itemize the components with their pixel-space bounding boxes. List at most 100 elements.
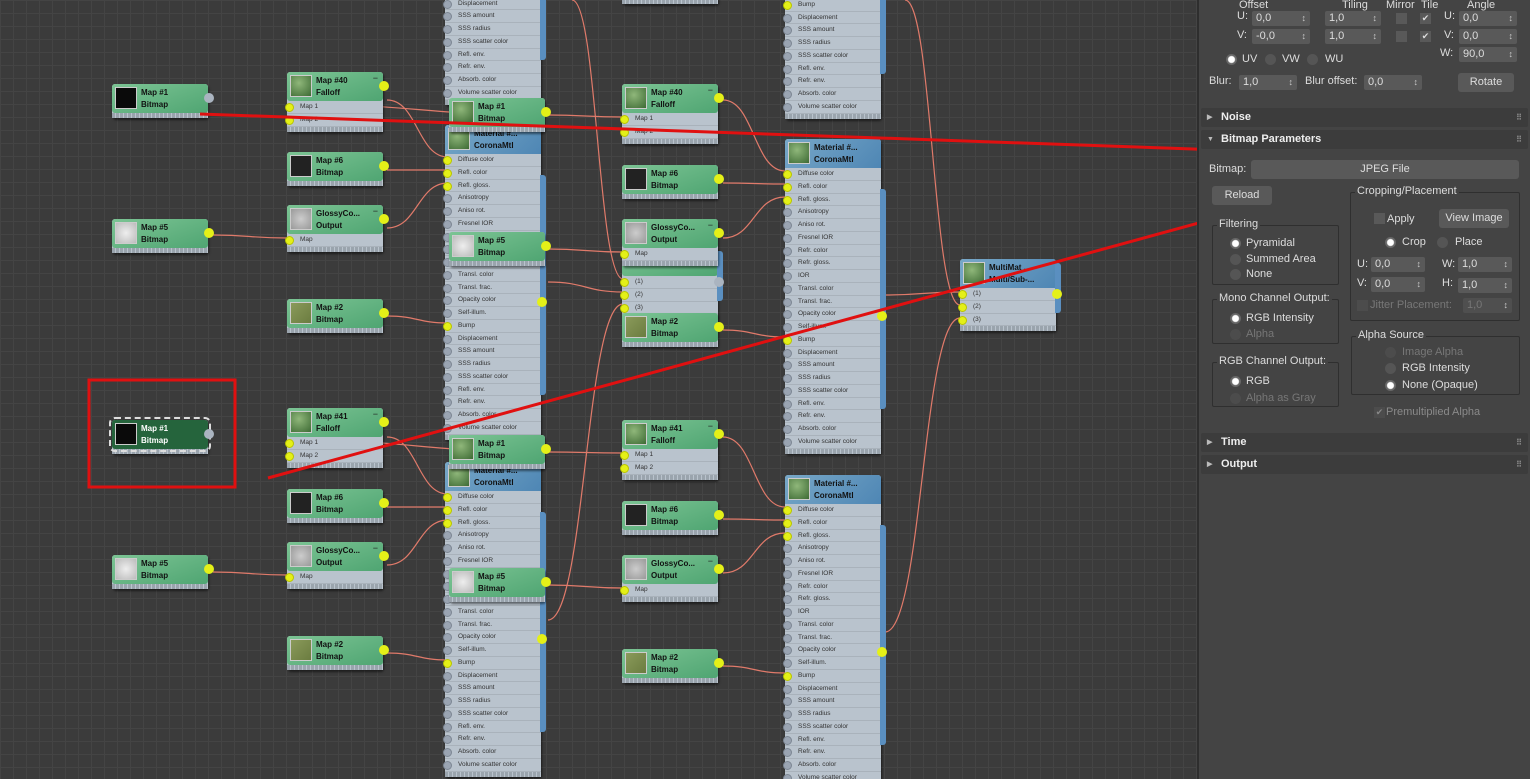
input-port[interactable] bbox=[443, 671, 452, 681]
v-angle-spinner[interactable]: 0,0 bbox=[1459, 29, 1517, 44]
time-rollout[interactable]: ▶ Time ⠿ bbox=[1201, 433, 1528, 452]
w-angle-spinner[interactable]: 90,0 bbox=[1459, 47, 1517, 62]
input-port[interactable] bbox=[783, 51, 792, 61]
output-port[interactable] bbox=[379, 498, 389, 508]
corona-material-node[interactable]: Material #...CoronaMtlDiffuse colorRefl.… bbox=[783, 0, 886, 119]
input-port[interactable] bbox=[783, 246, 792, 256]
input-port[interactable] bbox=[443, 360, 452, 369]
input-port[interactable] bbox=[783, 39, 792, 48]
node-header[interactable]: Map #6 Bitmap bbox=[622, 165, 718, 194]
output-port[interactable] bbox=[379, 417, 389, 427]
input-port[interactable] bbox=[783, 208, 792, 218]
map5-node[interactable]: Map #5 Bitmap bbox=[449, 568, 551, 602]
input-port[interactable] bbox=[783, 761, 792, 770]
v-mirror-checkbox[interactable] bbox=[1396, 31, 1407, 42]
input-port[interactable] bbox=[783, 659, 792, 668]
hidden-map-node[interactable] bbox=[622, 0, 718, 4]
input-port[interactable] bbox=[783, 595, 792, 605]
input-port[interactable] bbox=[443, 518, 452, 528]
crop-u-spinner[interactable]: 0,0 bbox=[1371, 257, 1425, 272]
u-offset-spinner[interactable]: 0,0 bbox=[1252, 11, 1310, 26]
input-port[interactable] bbox=[783, 272, 792, 281]
input-port[interactable] bbox=[443, 207, 452, 216]
minimize-icon[interactable]: − bbox=[708, 556, 713, 566]
summed-area-radio[interactable] bbox=[1230, 254, 1241, 265]
input-port[interactable] bbox=[443, 219, 452, 229]
input-port[interactable] bbox=[783, 437, 792, 447]
input-port[interactable] bbox=[783, 569, 792, 579]
input-port[interactable] bbox=[958, 302, 967, 312]
minimize-icon[interactable]: − bbox=[373, 409, 378, 419]
input-port[interactable] bbox=[285, 103, 294, 112]
map5-node[interactable]: Map #5 Bitmap bbox=[112, 555, 214, 589]
node-header[interactable]: Map #6 Bitmap bbox=[287, 489, 383, 518]
vw-radio[interactable] bbox=[1265, 54, 1276, 65]
output-port[interactable] bbox=[204, 228, 214, 238]
map1-node[interactable]: Map #1 Bitmap bbox=[112, 84, 214, 118]
view-image-button[interactable]: View Image bbox=[1439, 209, 1509, 228]
output-port[interactable] bbox=[541, 577, 551, 587]
map2-node[interactable]: Map #2 Bitmap bbox=[287, 636, 389, 670]
slate-node-view[interactable]: Material #... CoronaMtl Diffuse color Refl.… bbox=[0, 0, 1197, 779]
input-port[interactable] bbox=[783, 684, 792, 694]
input-port[interactable] bbox=[783, 748, 792, 758]
map2-node[interactable]: Map #2 Bitmap bbox=[622, 649, 724, 683]
input-port[interactable] bbox=[783, 671, 792, 681]
node-header[interactable]: MultiMat ... Multi/Sub-... bbox=[960, 259, 1056, 288]
input-port[interactable] bbox=[443, 50, 452, 60]
node-header[interactable]: GlossyCo... Output − bbox=[622, 219, 718, 248]
map40-node[interactable]: Map #40 Falloff − Map 1 Map 2 bbox=[620, 84, 724, 144]
node-header[interactable]: GlossyCo... Output − bbox=[287, 205, 383, 234]
output-port[interactable] bbox=[204, 429, 214, 439]
output-port[interactable] bbox=[541, 444, 551, 454]
output-port[interactable] bbox=[379, 161, 389, 171]
input-port[interactable] bbox=[443, 309, 452, 318]
input-port[interactable] bbox=[783, 506, 792, 515]
input-port[interactable] bbox=[285, 451, 294, 461]
output-port[interactable] bbox=[714, 564, 724, 574]
input-port[interactable] bbox=[443, 423, 452, 433]
noise-rollout[interactable]: ▶ Noise ⠿ bbox=[1201, 108, 1528, 127]
input-port[interactable] bbox=[783, 582, 792, 592]
output-port[interactable] bbox=[537, 634, 547, 644]
minimize-icon[interactable]: − bbox=[708, 85, 713, 95]
input-port[interactable] bbox=[443, 760, 452, 770]
minimize-icon[interactable]: − bbox=[373, 543, 378, 553]
input-port[interactable] bbox=[443, 347, 452, 357]
none-radio[interactable] bbox=[1230, 269, 1241, 280]
input-port[interactable] bbox=[783, 608, 792, 617]
input-port[interactable] bbox=[783, 620, 792, 630]
output-port[interactable] bbox=[541, 107, 551, 117]
input-port[interactable] bbox=[783, 722, 792, 732]
node-header[interactable]: Map #5 Bitmap bbox=[449, 232, 545, 261]
input-port[interactable] bbox=[783, 0, 792, 10]
glossy-node[interactable]: GlossyCo... Output − Map bbox=[620, 555, 724, 602]
map6-node[interactable]: Map #6 Bitmap bbox=[622, 501, 724, 535]
u-tiling-spinner[interactable]: 1,0 bbox=[1325, 11, 1381, 26]
map40-node[interactable]: Map #40 Falloff − Map 1 Map 2 bbox=[285, 72, 389, 132]
node-header[interactable]: GlossyCo... Output − bbox=[287, 542, 383, 571]
blur-spinner[interactable]: 1,0 bbox=[1239, 75, 1297, 90]
corona-material-node[interactable]: Material #...CoronaMtlDiffuse colorRefl.… bbox=[443, 462, 547, 777]
node-header[interactable]: Map #5 Bitmap bbox=[449, 568, 545, 597]
map41-node[interactable]: Map #41 Falloff − Map 1 Map 2 bbox=[285, 408, 389, 468]
crop-w-spinner[interactable]: 1,0 bbox=[1458, 257, 1512, 272]
output-port[interactable] bbox=[714, 277, 724, 287]
input-port[interactable] bbox=[783, 233, 792, 243]
u-tile-checkbox[interactable]: ✔ bbox=[1420, 13, 1431, 24]
input-port[interactable] bbox=[443, 748, 452, 757]
input-port[interactable] bbox=[443, 156, 452, 165]
reload-button[interactable]: Reload bbox=[1212, 186, 1272, 205]
input-port[interactable] bbox=[620, 303, 629, 313]
input-port[interactable] bbox=[443, 531, 452, 541]
input-port[interactable] bbox=[443, 658, 452, 668]
jitter-checkbox[interactable] bbox=[1357, 300, 1368, 311]
input-port[interactable] bbox=[783, 195, 792, 205]
input-port[interactable] bbox=[443, 646, 452, 655]
output-port[interactable] bbox=[1052, 289, 1062, 299]
input-port[interactable] bbox=[620, 463, 629, 473]
input-port[interactable] bbox=[443, 283, 452, 293]
input-port[interactable] bbox=[620, 451, 629, 460]
input-port[interactable] bbox=[285, 573, 294, 582]
input-port[interactable] bbox=[443, 372, 452, 382]
